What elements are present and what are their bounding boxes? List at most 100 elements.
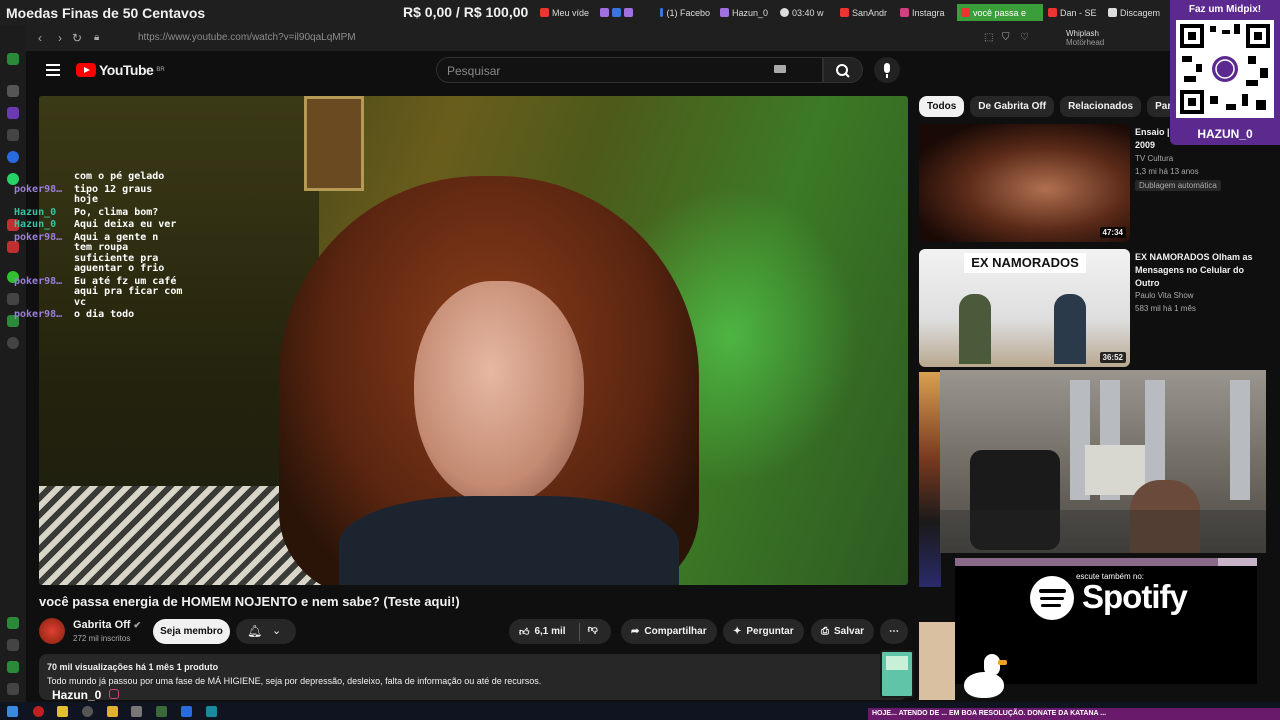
battery-icon[interactable]	[7, 617, 19, 629]
browser-tab[interactable]: Discagem	[1108, 4, 1168, 21]
forward-icon[interactable]: ›	[58, 31, 62, 45]
screenshot-icon[interactable]: ⬚	[984, 32, 993, 43]
streamer-name: HAZUN_0	[1197, 127, 1253, 141]
more-icon[interactable]	[7, 683, 19, 695]
voice-search-button[interactable]	[874, 57, 900, 83]
app-icon[interactable]	[156, 706, 167, 717]
reload-icon[interactable]: ↻	[72, 31, 82, 45]
browser-tab[interactable]: 03:40 w	[780, 4, 830, 21]
browser-tab[interactable]: Hazun_0	[720, 4, 770, 21]
duration-badge: 36:52	[1099, 352, 1126, 363]
webcam-overlay	[940, 370, 1266, 553]
search-button[interactable]	[823, 57, 863, 83]
qr-code-icon	[1176, 20, 1274, 118]
news-ticker: HOJE... ATENDO DE ... EM BOA RESOLUÇÃO. …	[868, 708, 1280, 720]
windows-start-icon[interactable]	[7, 706, 18, 717]
thumbs-up-icon: 👍︎	[519, 626, 530, 638]
back-icon[interactable]: ‹	[38, 31, 42, 45]
qr-title: Faz um Midpix!	[1188, 4, 1262, 15]
app-icon[interactable]	[181, 706, 192, 717]
chat-text: tipo 12 graus hoje	[74, 183, 153, 205]
tab-label: Discagem	[1120, 7, 1161, 18]
channel-name[interactable]: TV Cultura	[1135, 154, 1173, 163]
search-input[interactable]: Pesquisar	[436, 57, 823, 83]
stream-goal-bar: Moedas Finas de 50 Centavos R$ 0,00 / R$…	[0, 0, 1280, 25]
twitch-icon[interactable]	[7, 107, 19, 119]
settings-icon[interactable]	[7, 85, 19, 97]
video-title[interactable]: EX NAMORADOS Olham as Mensagens no Celul…	[1135, 251, 1267, 290]
subscribe-notification-button[interactable]: 🔔︎ ⌄	[236, 619, 296, 644]
browser-tab[interactable]: Instagra	[900, 4, 955, 21]
chip-all[interactable]: Todos	[919, 96, 965, 117]
progress-bar	[955, 558, 1257, 566]
browser-tab[interactable]: Meu víde	[540, 4, 595, 21]
thumbs-down-icon[interactable]: 👎︎	[578, 622, 598, 641]
like-button[interactable]: 👍︎ 6,1 mil 👎︎	[509, 619, 611, 644]
video-thumbnail[interactable]	[919, 622, 955, 700]
instagram-handle: Hazun_0	[52, 688, 119, 702]
chat-text: Eu até fz um café aqui pra ficar com vc	[74, 275, 183, 308]
tab-label: Hazun_0	[732, 7, 769, 18]
chat-text: Aqui deixa eu ver	[74, 219, 177, 230]
chat-text: o dia todo	[74, 309, 135, 320]
tab-label: (1) Facebo	[666, 7, 710, 18]
chat-text: com o pé gelado	[74, 171, 165, 182]
region-code: BR	[156, 67, 165, 73]
instagram-icon	[900, 8, 909, 17]
folder-icon[interactable]	[7, 639, 19, 651]
join-button[interactable]: Seja membro	[153, 619, 230, 644]
shield-icon[interactable]: ⛉	[1002, 32, 1010, 43]
folder-icon[interactable]	[107, 706, 118, 717]
browser-tab[interactable]: (1) Facebo	[660, 4, 710, 21]
video-thumbnail[interactable]: EX NAMORADOS 36:52	[919, 249, 1130, 367]
search-icon	[836, 64, 850, 78]
chat-message: poker98… Eu até fz um café aqui pra ficar…	[14, 275, 244, 309]
url-field[interactable]: https://www.youtube.com/watch?v=il90qaLq…	[138, 32, 356, 43]
channel-name[interactable]: Paulo Vita Show	[1135, 291, 1194, 300]
refresh-icon[interactable]	[7, 53, 19, 65]
more-actions-button[interactable]: ⋯	[880, 619, 908, 644]
app-icon[interactable]	[206, 706, 217, 717]
gear-icon[interactable]	[131, 706, 142, 717]
clock-icon	[780, 8, 789, 17]
percent-icon[interactable]	[7, 129, 19, 141]
video-thumbnail[interactable]: 47:34	[919, 124, 1130, 242]
notes-icon[interactable]	[57, 706, 68, 717]
browser-tab[interactable]	[600, 4, 655, 21]
browser-tab[interactable]: SanAndr	[840, 4, 895, 21]
chat-text: Po, clima bom?	[74, 206, 159, 218]
search-icon[interactable]	[82, 706, 93, 717]
youtube-logo[interactable]: YouTube BR	[76, 62, 165, 78]
channel-avatar[interactable]	[39, 618, 65, 644]
chip-from-channel[interactable]: De Gabrita Off	[970, 96, 1055, 117]
chat-message: Hazun_0 Aqui deixa eu ver	[14, 219, 244, 231]
browser-tab[interactable]: Dan - SE	[1048, 4, 1098, 21]
tab-label: 03:40 w	[792, 7, 824, 18]
opera-icon[interactable]	[33, 706, 44, 717]
video-description[interactable]: 70 mil visualizações há 1 mês 1 produto …	[39, 654, 908, 700]
clock-icon[interactable]	[7, 337, 19, 349]
channel-name[interactable]: Gabrita Off ✔︎	[73, 619, 141, 631]
duration-badge: 47:34	[1099, 227, 1126, 238]
video-player[interactable]	[39, 96, 908, 585]
youtube-icon	[540, 8, 549, 17]
recommended-video[interactable]: EX NAMORADOS 36:52 EX NAMORADOS Olham as…	[919, 249, 1274, 367]
save-button[interactable]: ⎙ Salvar	[811, 619, 875, 644]
chip-related[interactable]: Relacionados	[1060, 96, 1142, 117]
gx-icon[interactable]	[7, 661, 19, 673]
tab-label: Dan - SE	[1060, 7, 1097, 18]
heart-icon[interactable]: ♡	[1020, 32, 1029, 43]
menu-icon[interactable]	[46, 64, 60, 76]
stream-chat-overlay: com o pé gelado poker98… tipo 12 graus ho…	[14, 171, 244, 323]
tab-label: SanAndr	[852, 7, 888, 18]
chat-user: Hazun_0	[14, 206, 57, 218]
keyboard-icon[interactable]	[774, 65, 786, 73]
messenger-icon[interactable]	[7, 151, 19, 163]
share-button[interactable]: ➦ Compartilhar	[621, 619, 717, 644]
lock-icon: 🔒︎	[94, 32, 100, 43]
browser-tab-active[interactable]: você passa e	[957, 4, 1043, 21]
now-playing[interactable]: Whiplash Motörhead	[1066, 29, 1104, 47]
ask-button[interactable]: ✦ Perguntar	[723, 619, 804, 644]
views-meta: 70 mil visualizações há 1 mês 1 produto	[47, 662, 219, 672]
video-thumbnail[interactable]	[919, 372, 941, 587]
